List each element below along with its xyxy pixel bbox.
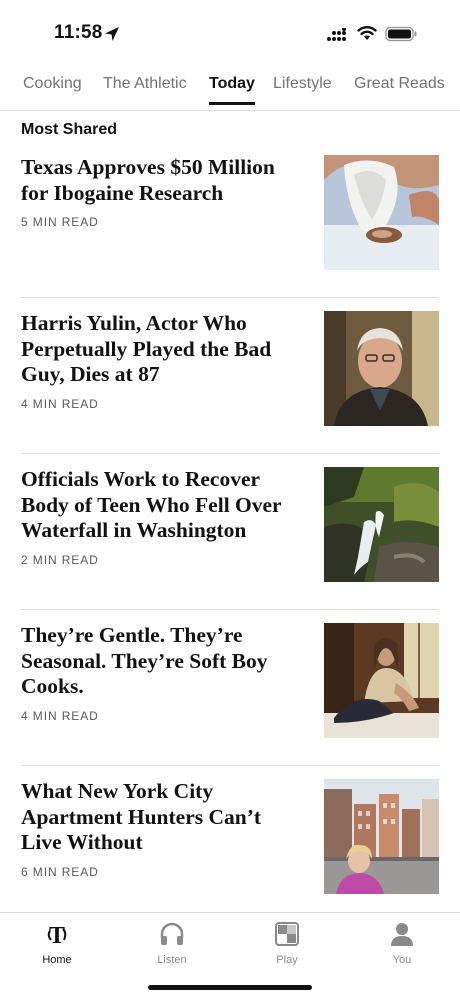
games-grid-icon	[275, 922, 299, 946]
nav-home[interactable]: T Home	[12, 921, 102, 966]
location-arrow-icon	[105, 27, 119, 41]
nav-play[interactable]: Play	[242, 921, 332, 966]
status-time: 11:58	[54, 22, 103, 43]
tab-great-reads[interactable]: Great Reads	[354, 75, 445, 105]
nav-label: Play	[276, 954, 298, 966]
hands-powder-image	[324, 155, 439, 270]
divider	[21, 453, 439, 454]
portrait-image	[324, 311, 439, 426]
tab-lifestyle[interactable]: Lifestyle	[273, 75, 332, 105]
article-card[interactable]: What New York City Apartment Hunters Can…	[21, 779, 439, 894]
svg-text:T: T	[49, 923, 65, 947]
article-card[interactable]: Texas Approves $50 Million for Ibogaine …	[21, 155, 439, 270]
article-thumbnail[interactable]	[324, 311, 439, 426]
nav-label: Home	[42, 954, 72, 966]
article-thumbnail[interactable]	[324, 155, 439, 270]
section-tabs: Cooking The Athletic Today Lifestyle Gre…	[0, 64, 460, 111]
cellular-signal-icon	[327, 28, 346, 41]
rooftop-woman-image	[324, 779, 439, 894]
tab-the-athletic[interactable]: The Athletic	[103, 75, 187, 105]
article-card[interactable]: Harris Yulin, Actor Who Perpetually Play…	[21, 311, 439, 426]
nav-label: Listen	[157, 954, 187, 966]
person-icon	[391, 923, 413, 946]
waterfall-image	[324, 467, 439, 582]
man-sitting-image	[324, 623, 439, 738]
article-thumbnail[interactable]	[324, 623, 439, 738]
divider	[21, 609, 439, 610]
nav-you[interactable]: You	[357, 921, 447, 966]
article-headline[interactable]: Harris Yulin, Actor Who Perpetually Play…	[21, 311, 303, 388]
tab-today[interactable]: Today	[209, 75, 255, 105]
article-thumbnail[interactable]	[324, 779, 439, 894]
article-card[interactable]: Officials Work to Recover Body of Teen W…	[21, 467, 439, 582]
article-headline[interactable]: What New York City Apartment Hunters Can…	[21, 779, 303, 856]
wifi-icon	[357, 26, 377, 40]
divider	[21, 297, 439, 298]
battery-icon	[385, 26, 417, 42]
article-headline[interactable]: They’re Gentle. They’re Seasonal. They’r…	[21, 623, 303, 700]
home-indicator[interactable]	[148, 985, 312, 990]
article-headline[interactable]: Officials Work to Recover Body of Teen W…	[21, 467, 303, 544]
article-card[interactable]: They’re Gentle. They’re Seasonal. They’r…	[21, 623, 439, 738]
nav-listen[interactable]: Listen	[127, 921, 217, 966]
headphones-icon	[160, 922, 184, 945]
divider	[21, 765, 439, 766]
section-title: Most Shared	[21, 121, 118, 138]
article-headline[interactable]: Texas Approves $50 Million for Ibogaine …	[21, 155, 303, 206]
tab-cooking[interactable]: Cooking	[23, 75, 82, 105]
nyt-logo-icon: T	[47, 923, 67, 947]
article-thumbnail[interactable]	[324, 467, 439, 582]
nav-label: You	[392, 954, 412, 966]
status-bar: 11:58	[0, 0, 460, 64]
